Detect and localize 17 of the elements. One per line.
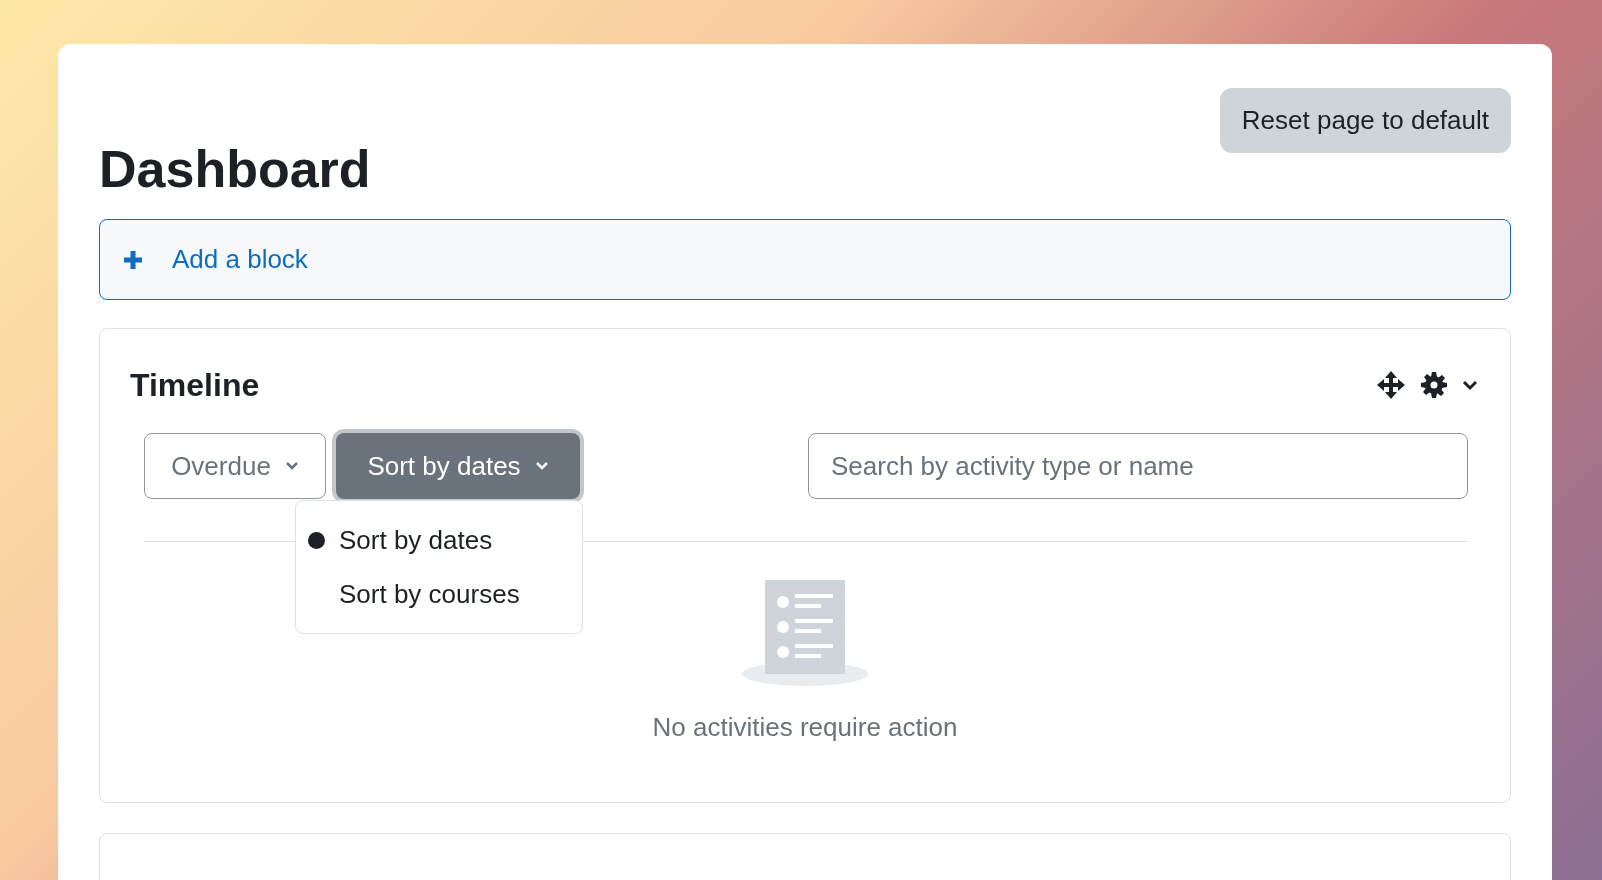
- chevron-down-icon: [534, 461, 549, 471]
- sort-dropdown[interactable]: Sort by dates: [336, 433, 580, 499]
- chevron-down-icon[interactable]: [1462, 379, 1478, 391]
- sort-option[interactable]: Sort by dates: [296, 513, 582, 567]
- empty-state-message: No activities require action: [652, 711, 958, 744]
- settings-icon[interactable]: [1420, 371, 1448, 399]
- plus-icon: [122, 248, 144, 271]
- empty-list-icon: [741, 580, 869, 686]
- page-title: Dashboard: [99, 143, 372, 195]
- block-title: Timeline: [130, 366, 260, 405]
- move-icon[interactable]: [1376, 370, 1406, 400]
- filter-dropdown[interactable]: Overdue: [144, 433, 326, 499]
- search-field[interactable]: Search by activity type or name: [808, 433, 1468, 499]
- add-block-link[interactable]: Add a block: [172, 240, 308, 279]
- reset-page-button[interactable]: Reset page to default: [1219, 88, 1511, 153]
- sort-option[interactable]: Sort by courses: [296, 567, 582, 621]
- chevron-down-icon: [284, 461, 299, 471]
